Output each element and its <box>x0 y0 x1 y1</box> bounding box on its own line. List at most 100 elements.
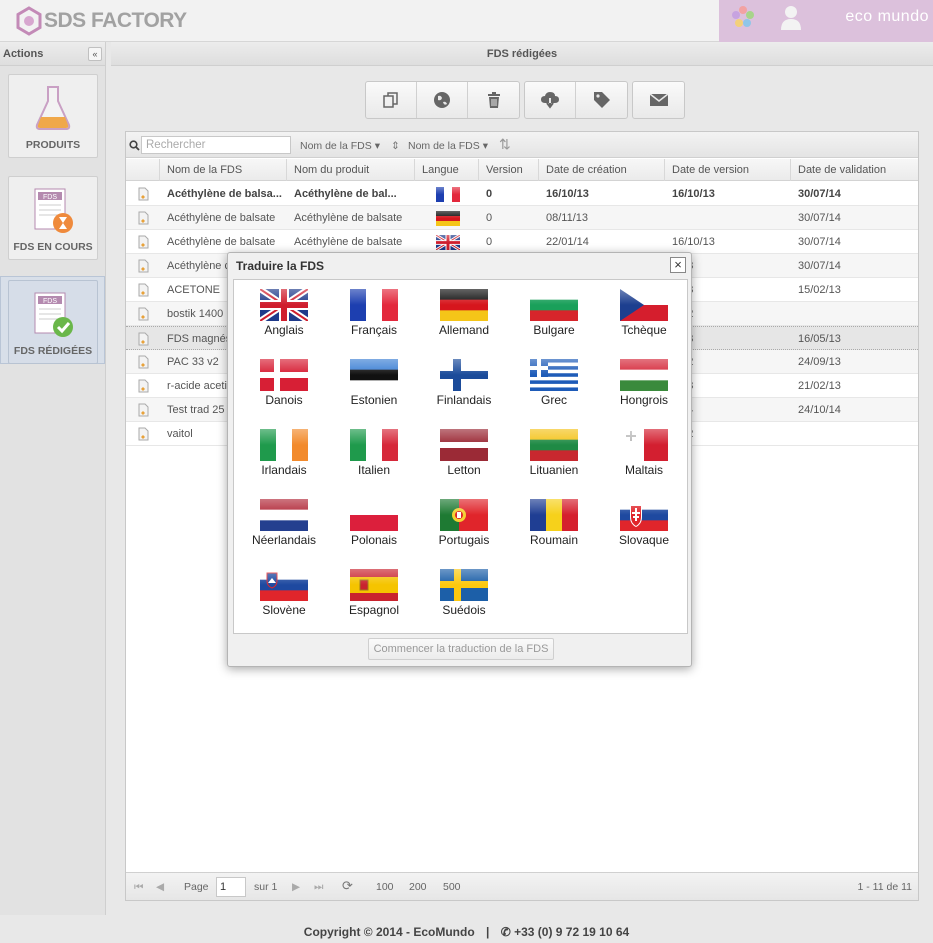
app-header: SDS FACTORY eco mundo <box>0 0 933 42</box>
language-option[interactable]: Néerlandais <box>244 499 324 569</box>
language-option[interactable]: Allemand <box>424 289 504 359</box>
pt-flag-icon <box>440 499 488 531</box>
table-row[interactable]: Acéthylène de balsate Acéthylène de balsa… <box>126 230 918 254</box>
grid-pager: ⏮ ◀ Page 1 sur 1 ▶ ⏭ ⟳ 100 200 500 1 - 1… <box>126 872 918 900</box>
document-icon <box>138 187 149 201</box>
actions-title: Actions <box>3 48 44 60</box>
language-option[interactable]: Polonais <box>334 499 414 569</box>
language-option[interactable]: Slovaque <box>604 499 684 569</box>
column-header-product[interactable]: Nom du produit <box>287 159 415 181</box>
column-header-icon <box>126 159 160 181</box>
logo-text: SDS FACTORY <box>44 9 187 32</box>
nav-fds-en-cours-label: FDS EN COURS <box>13 241 93 253</box>
refresh-icon[interactable]: ⟳ <box>342 878 353 894</box>
svg-text:FDS: FDS <box>43 194 57 201</box>
user-icon[interactable] <box>779 4 803 32</box>
cell-validated: 24/10/14 <box>798 404 841 416</box>
table-row[interactable]: Acéthylène de balsa... Acéthylène de bal.… <box>126 182 918 206</box>
language-option[interactable]: Roumain <box>514 499 594 569</box>
dialog-close-button[interactable]: × <box>670 257 686 273</box>
nav-fds-en-cours[interactable]: FDS FDS EN COURS <box>8 176 98 260</box>
language-option[interactable]: Slovène <box>244 569 324 639</box>
page-size-200[interactable]: 200 <box>409 881 427 893</box>
language-option[interactable]: Lituanien <box>514 429 594 499</box>
language-option[interactable]: Italien <box>334 429 414 499</box>
document-icon <box>138 355 149 369</box>
nl-flag-icon <box>260 499 308 531</box>
language-option[interactable]: Estonien <box>334 359 414 429</box>
trash-icon <box>487 92 500 108</box>
document-icon <box>138 211 149 225</box>
sort-field-select[interactable]: Nom de la FDS ▾ <box>300 140 380 152</box>
copy-button[interactable] <box>366 82 417 118</box>
column-header-versioned[interactable]: Date de version <box>665 159 791 181</box>
email-button[interactable] <box>633 82 684 118</box>
cell-validated: 24/09/13 <box>798 356 841 368</box>
document-icon <box>138 379 149 393</box>
prev-page-icon[interactable]: ◀ <box>156 881 164 893</box>
search-input[interactable]: Rechercher <box>141 136 291 154</box>
language-option[interactable]: Grec <box>514 359 594 429</box>
language-option[interactable]: Finlandais <box>424 359 504 429</box>
cell-name: ACETONE <box>167 284 220 296</box>
column-header-version[interactable]: Version <box>479 159 539 181</box>
download-button[interactable] <box>525 82 576 118</box>
tag-icon <box>593 92 610 108</box>
cz-flag-icon <box>620 289 668 321</box>
page-size-500[interactable]: 500 <box>443 881 461 893</box>
language-label: Hongrois <box>619 393 669 407</box>
nav-produits[interactable]: PRODUITS <box>8 74 98 158</box>
column-header-name[interactable]: Nom de la FDS <box>160 159 287 181</box>
language-option[interactable]: Danois <box>244 359 324 429</box>
cell-name: vaitol <box>167 428 193 440</box>
logo-hex-icon <box>16 6 42 36</box>
language-option[interactable]: Anglais <box>244 289 324 359</box>
nav-fds-redigees[interactable]: FDS FDS RÉDIGÉES <box>8 280 98 364</box>
footer-separator: | <box>486 925 490 939</box>
color-wheel-icon[interactable] <box>731 5 755 29</box>
sort-field-select-2[interactable]: Nom de la FDS ▾ <box>408 140 488 152</box>
cell-name: r-acide aceti <box>167 380 227 392</box>
page-label: Page <box>184 881 209 893</box>
ie-flag-icon <box>260 429 308 461</box>
language-option[interactable]: Français <box>334 289 414 359</box>
svg-text:FDS: FDS <box>43 298 57 305</box>
language-label: Slovène <box>262 603 306 617</box>
page-size-100[interactable]: 100 <box>376 881 394 893</box>
language-option[interactable]: Hongrois <box>604 359 684 429</box>
sort-az-icon[interactable]: ⇅ <box>499 136 511 153</box>
last-page-icon[interactable]: ⏭ <box>314 881 323 894</box>
language-option[interactable]: Bulgare <box>514 289 594 359</box>
column-header-language[interactable]: Langue <box>415 159 479 181</box>
language-option[interactable]: Letton <box>424 429 504 499</box>
language-label: Grec <box>540 393 567 407</box>
language-label: Slovaque <box>618 533 670 547</box>
table-row[interactable]: Acéthylène de balsate Acéthylène de balsa… <box>126 206 918 230</box>
footer: Copyright © 2014 - EcoMundo | ✆ +33 (0) … <box>0 915 933 943</box>
fr-flag-icon <box>350 289 398 321</box>
search-icon <box>129 140 140 151</box>
copyright-text: Copyright © 2014 - EcoMundo <box>303 925 475 939</box>
column-header-created[interactable]: Date de création <box>539 159 665 181</box>
sort-direction-icon[interactable]: ⇕ <box>391 140 400 152</box>
tag-button[interactable] <box>576 82 627 118</box>
column-header-validated[interactable]: Date de validation <box>791 159 917 181</box>
delete-button[interactable] <box>468 82 519 118</box>
collapse-panel-button[interactable]: « <box>88 47 102 61</box>
app-logo[interactable]: SDS FACTORY <box>14 5 187 37</box>
pl-flag-icon <box>350 499 398 531</box>
language-label: Français <box>350 323 397 337</box>
language-option[interactable]: Irlandais <box>244 429 324 499</box>
page-number-input[interactable]: 1 <box>216 877 246 897</box>
start-translation-button[interactable]: Commencer la traduction de la FDS <box>368 638 554 660</box>
ee-flag-icon <box>350 359 398 391</box>
language-option[interactable]: Espagnol <box>334 569 414 639</box>
cell-version: 0 <box>486 188 493 200</box>
next-page-icon[interactable]: ▶ <box>292 881 300 893</box>
language-option[interactable]: Suédois <box>424 569 504 639</box>
language-option[interactable]: Portugais <box>424 499 504 569</box>
language-option[interactable]: Tchèque <box>604 289 684 359</box>
translate-button[interactable] <box>417 82 468 118</box>
first-page-icon[interactable]: ⏮ <box>134 881 143 894</box>
language-option[interactable]: Maltais <box>604 429 684 499</box>
